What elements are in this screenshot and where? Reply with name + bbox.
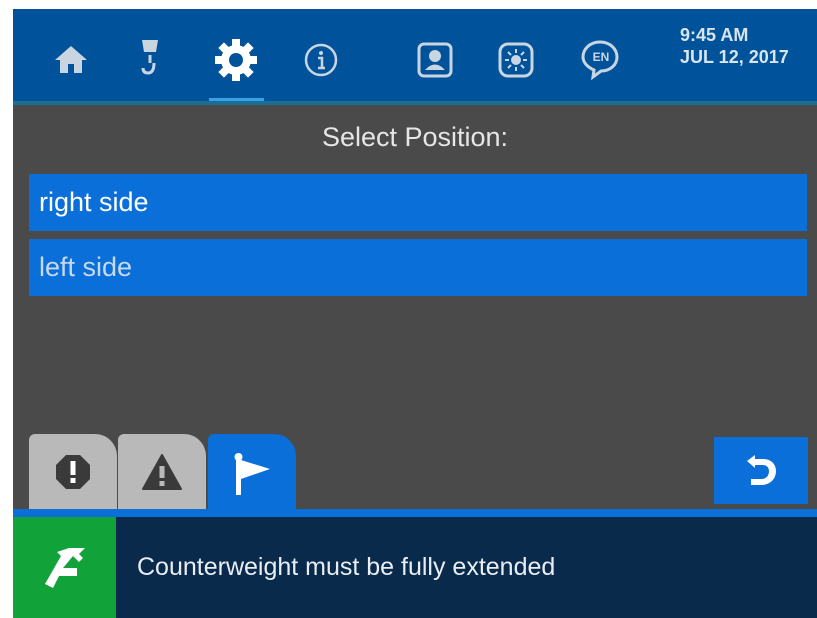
flag-icon xyxy=(234,453,270,495)
option-right-side[interactable]: right side xyxy=(29,174,807,231)
top-navigation-bar: EN 9:45 AM JUL 12, 2017 xyxy=(13,9,817,102)
clock: 9:45 AM JUL 12, 2017 xyxy=(680,24,789,68)
option-left-side[interactable]: left side xyxy=(29,239,807,296)
status-message-bar: Counterweight must be fully extended xyxy=(13,517,817,618)
header-divider xyxy=(13,101,817,105)
error-icon xyxy=(56,454,90,489)
turn-arrow-icon xyxy=(44,547,85,588)
status-message: Counterweight must be fully extended xyxy=(137,553,556,581)
time-label: 9:45 AM xyxy=(680,25,749,45)
page-title: Select Position: xyxy=(321,122,509,152)
back-button[interactable] xyxy=(714,437,808,504)
home-icon[interactable] xyxy=(51,43,91,75)
warning-icon xyxy=(142,453,182,490)
crane-hook-icon[interactable] xyxy=(137,35,163,79)
language-icon[interactable]: EN xyxy=(579,38,623,82)
gear-icon[interactable] xyxy=(211,35,261,85)
info-icon[interactable] xyxy=(302,41,340,79)
brightness-icon[interactable] xyxy=(496,40,536,80)
language-badge: EN xyxy=(592,50,610,64)
status-icon-button[interactable] xyxy=(13,517,116,618)
tab-flags[interactable] xyxy=(208,434,296,514)
back-arrow-icon xyxy=(747,454,776,485)
tab-bar-baseline xyxy=(13,509,817,517)
tab-errors[interactable] xyxy=(29,434,117,509)
date-label: JUL 12, 2017 xyxy=(680,47,789,67)
operator-icon[interactable] xyxy=(415,40,455,80)
tab-warnings[interactable] xyxy=(118,434,206,509)
screen: EN 9:45 AM JUL 12, 2017 Select Position:… xyxy=(13,9,817,618)
